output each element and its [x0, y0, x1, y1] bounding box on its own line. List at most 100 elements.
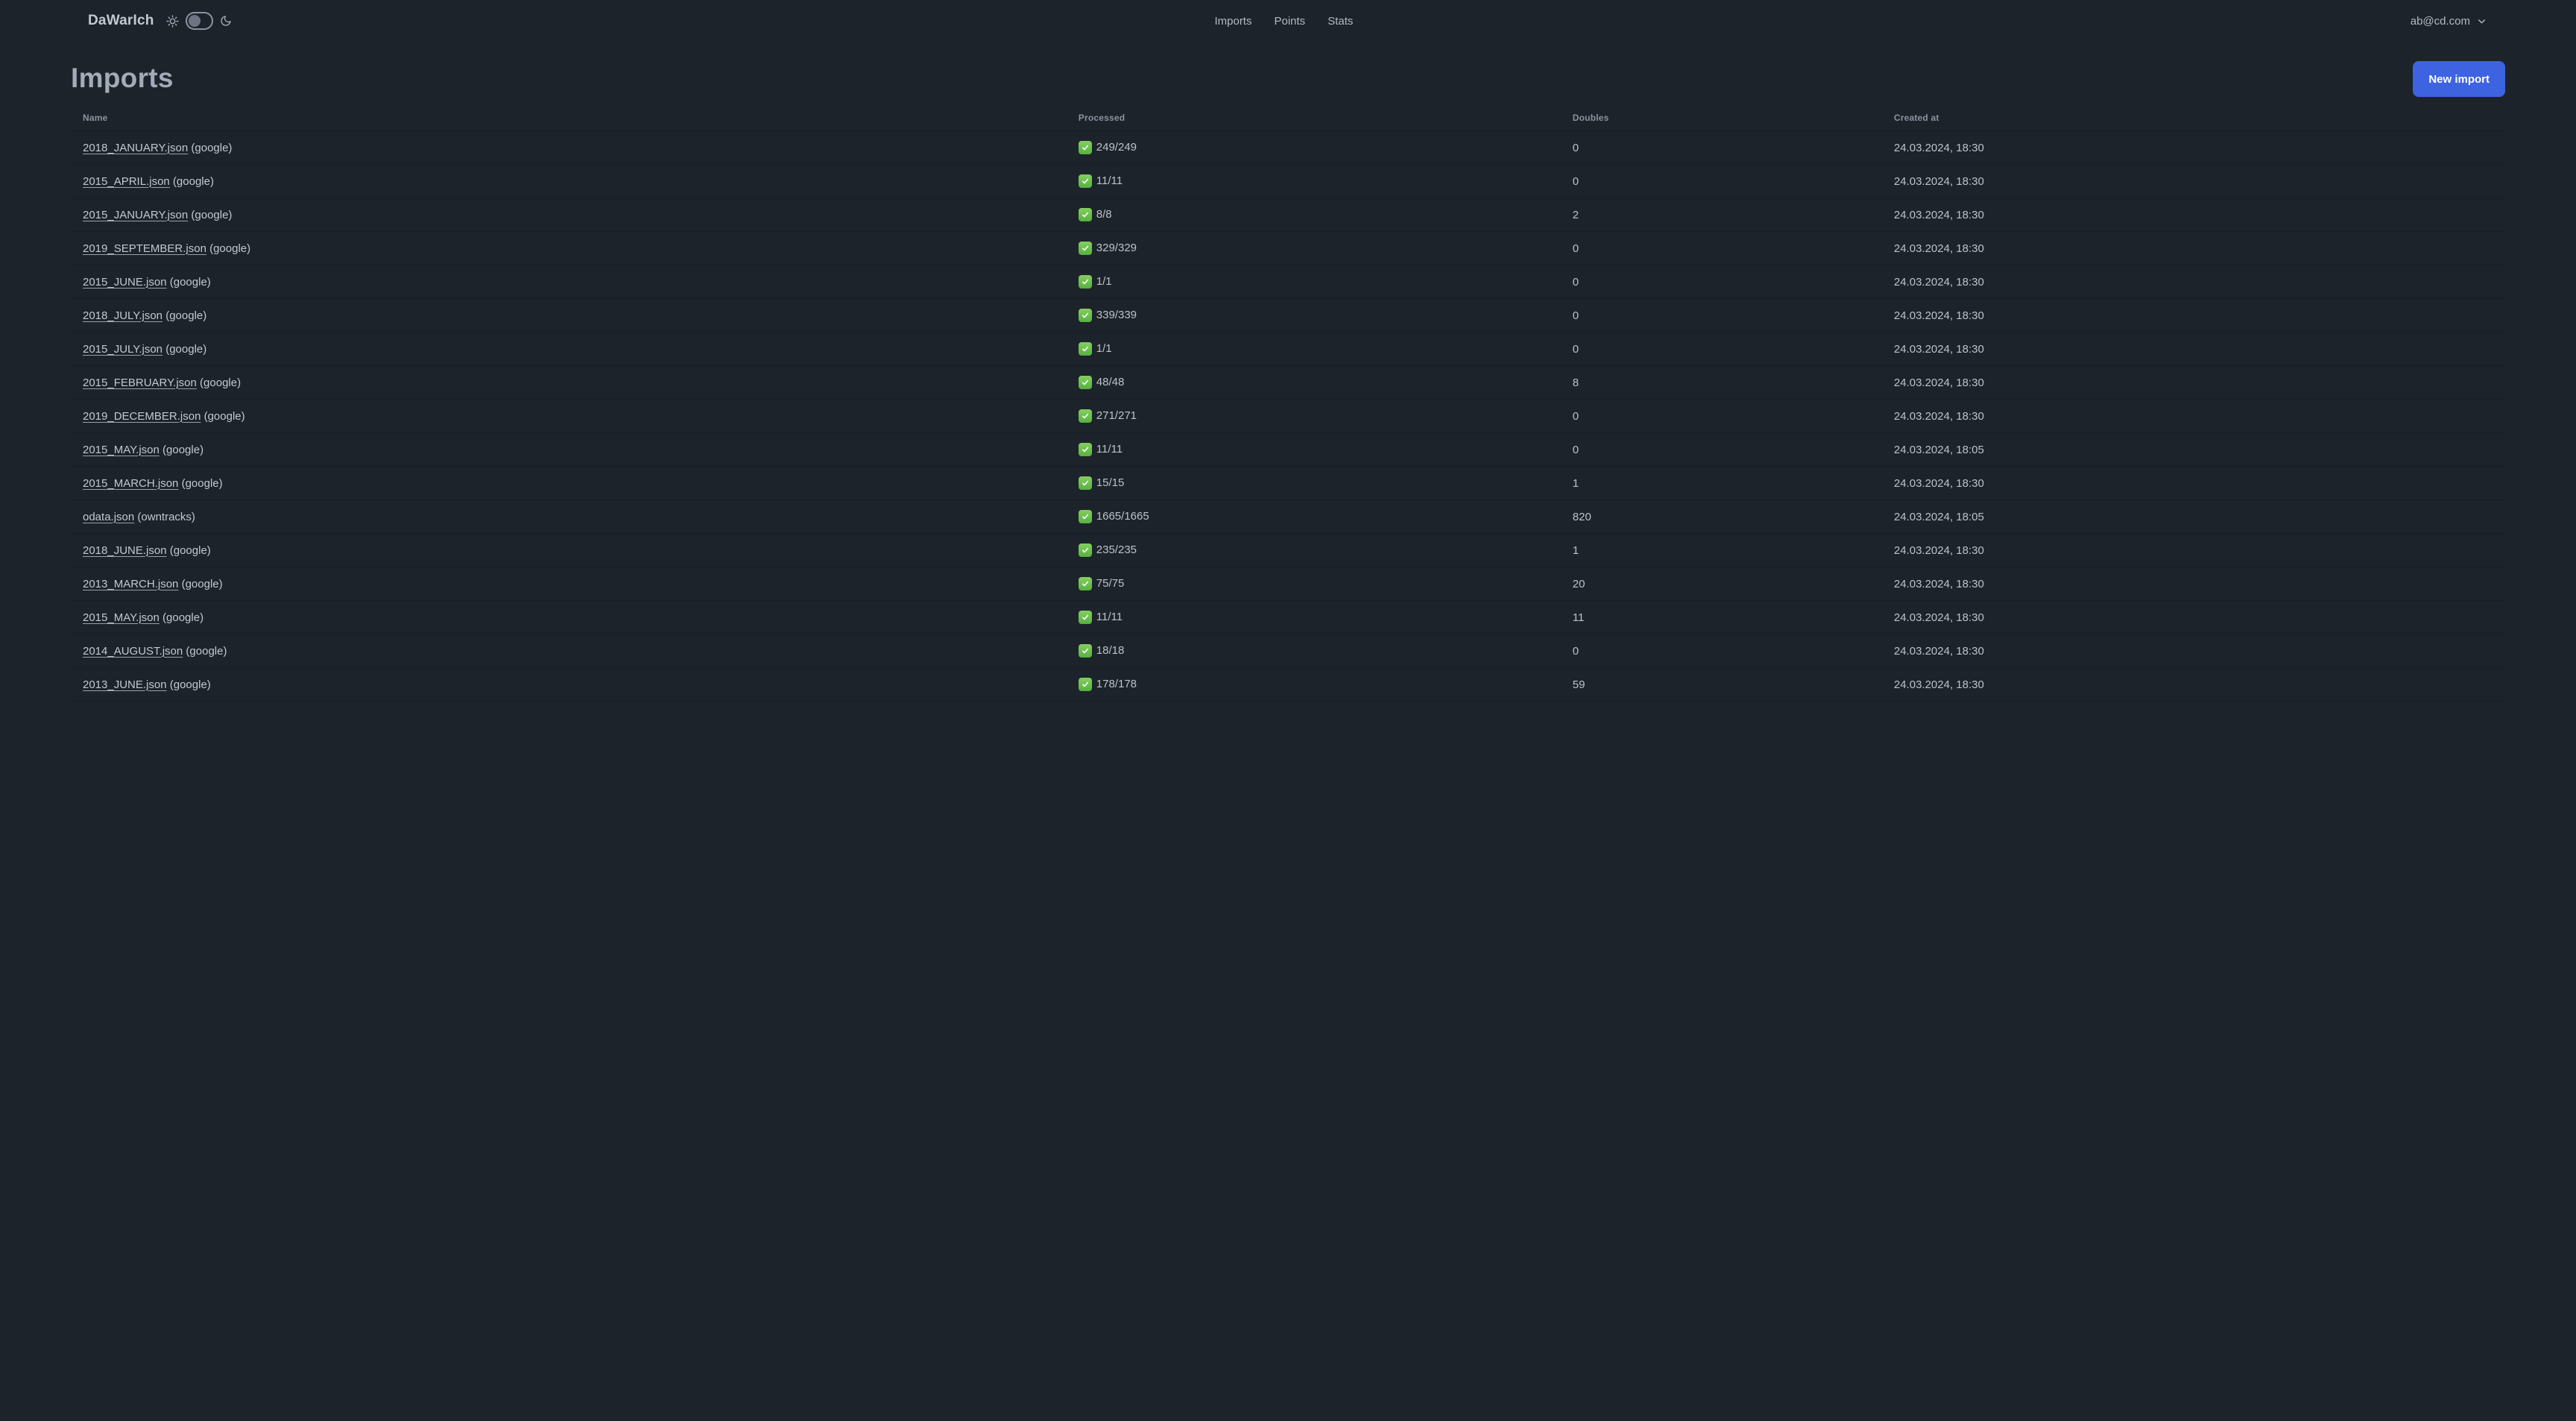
success-check-icon — [1078, 207, 1092, 221]
table-row: 2013_JUNE.json (google) 178/178 59 24.03… — [71, 667, 2505, 702]
doubles-cell: 0 — [1560, 432, 1882, 467]
nav-link-imports[interactable]: Imports — [1214, 15, 1251, 28]
processed-cell: 271/271 — [1066, 399, 1561, 433]
page-header: Imports New import — [71, 61, 2505, 97]
import-file-link[interactable]: 2015_MAY.json — [83, 611, 160, 624]
table-row: 2015_FEBRUARY.json (google) 48/48 8 24.0… — [71, 365, 2505, 400]
table-row: 2015_MAY.json (google) 11/11 11 24.03.20… — [71, 600, 2505, 634]
moon-icon — [220, 15, 232, 27]
processed-cell: 11/11 — [1066, 164, 1561, 198]
import-file-link[interactable]: 2015_FEBRUARY.json — [83, 376, 197, 389]
import-source-label: (google) — [200, 376, 242, 389]
import-source-label: (google) — [169, 543, 211, 557]
import-source-label: (google) — [169, 678, 211, 691]
doubles-cell — [1560, 701, 1882, 710]
processed-cell: 8/8 — [1066, 198, 1561, 232]
processed-cell: 235/235 — [1066, 533, 1561, 567]
success-check-icon — [1078, 476, 1092, 490]
column-header-doubles: Doubles — [1560, 107, 1882, 131]
doubles-cell: 0 — [1560, 298, 1882, 333]
created-at-cell: 24.03.2024, 18:30 — [1881, 533, 2505, 567]
success-check-icon — [1078, 610, 1092, 624]
import-source-label: (google) — [181, 577, 223, 590]
name-cell: 2018_JUNE.json (google) — [71, 533, 1067, 567]
table-row: 2019_SEPTEMBER.json (google) 329/329 0 2… — [71, 231, 2505, 265]
app-logo[interactable]: DaWarIch — [88, 13, 154, 29]
success-check-icon — [1078, 241, 1092, 255]
nav-link-stats[interactable]: Stats — [1328, 15, 1353, 28]
name-cell: 2015_MAY.json (google) — [71, 432, 1067, 467]
import-file-link[interactable]: 2013_JUNE.json — [83, 678, 167, 691]
processed-cell: 249/249 — [1066, 130, 1561, 165]
column-header-created-at: Created at — [1881, 107, 2505, 131]
import-file-link[interactable]: 2015_JANUARY.json — [83, 209, 188, 221]
import-file-link[interactable]: 2018_JUNE.json — [83, 544, 167, 557]
user-menu[interactable]: ab@cd.com — [2411, 15, 2487, 28]
processed-count: 11/11 — [1096, 611, 1123, 623]
import-source-label: (owntracks) — [137, 510, 195, 523]
processed-cell: 75/75 — [1066, 567, 1561, 601]
processed-cell: 48/48 — [1066, 365, 1561, 400]
created-at-cell: 24.03.2024, 18:30 — [1881, 600, 2505, 634]
processed-count: 1/1 — [1096, 275, 1112, 288]
table-row: 2013_MARCH.json (google) 75/75 20 24.03.… — [71, 567, 2505, 601]
import-file-link[interactable]: 2019_DECEMBER.json — [83, 410, 201, 423]
import-file-link[interactable]: 2019_SEPTEMBER.json — [83, 242, 206, 255]
created-at-cell: 24.03.2024, 18:30 — [1881, 198, 2505, 232]
processed-cell: 18/18 — [1066, 634, 1561, 668]
import-file-link[interactable]: 2018_JULY.json — [83, 309, 162, 322]
doubles-cell: 0 — [1560, 332, 1882, 366]
import-file-link[interactable]: 2018_JANUARY.json — [83, 142, 188, 154]
doubles-cell: 0 — [1560, 231, 1882, 265]
processed-cell: 11/11 — [1066, 600, 1561, 634]
name-cell: 2018_JANUARY.json (google) — [71, 130, 1067, 165]
nav-link-points[interactable]: Points — [1274, 15, 1305, 28]
import-file-link[interactable]: 2013_MARCH.json — [83, 578, 178, 590]
doubles-cell: 0 — [1560, 164, 1882, 198]
import-file-link[interactable]: 2015_APRIL.json — [83, 175, 170, 188]
sun-icon — [165, 14, 179, 28]
success-check-icon — [1078, 140, 1092, 154]
success-check-icon — [1078, 409, 1092, 423]
import-source-label: (google) — [162, 611, 204, 624]
import-file-link[interactable]: 2015_MAY.json — [83, 444, 160, 456]
created-at-cell: 24.03.2024, 18:30 — [1881, 634, 2505, 668]
import-source-label: (google) — [191, 141, 233, 154]
new-import-button[interactable]: New import — [2413, 61, 2505, 97]
processed-count: 339/339 — [1096, 309, 1137, 321]
name-cell: 2014_AUGUST.json (google) — [71, 634, 1067, 668]
name-cell: 2013_MARCH.json (google) — [71, 567, 1067, 601]
processed-count: 1/1 — [1096, 342, 1112, 355]
created-at-cell: 24.03.2024, 18:30 — [1881, 399, 2505, 433]
doubles-cell: 1 — [1560, 466, 1882, 500]
doubles-cell: 2 — [1560, 198, 1882, 232]
processed-count: 329/329 — [1096, 242, 1137, 254]
import-file-link[interactable]: 2015_JUNE.json — [83, 276, 167, 289]
table-row: 2015_JULY.json (google) 1/1 0 24.03.2024… — [71, 332, 2505, 366]
name-cell: 2015_JULY.json (google) — [71, 332, 1067, 366]
processed-count: 11/11 — [1096, 174, 1123, 187]
import-source-label: (google) — [203, 409, 245, 423]
table-row: 2018_JANUARY.json (google) 249/249 0 24.… — [71, 130, 2505, 165]
doubles-cell: 0 — [1560, 634, 1882, 668]
import-source-label: (google) — [162, 443, 204, 456]
import-source-label: (google) — [191, 208, 233, 221]
import-file-link[interactable]: 2014_AUGUST.json — [83, 645, 183, 658]
created-at-cell: 24.03.2024, 18:30 — [1881, 466, 2505, 500]
import-file-link[interactable]: 2015_MARCH.json — [83, 477, 178, 490]
created-at-cell: 24.03.2024, 18:30 — [1881, 298, 2505, 333]
created-at-cell: 24.03.2024, 18:30 — [1881, 164, 2505, 198]
theme-toggle[interactable] — [185, 12, 213, 30]
processed-cell: 178/178 — [1066, 667, 1561, 702]
processed-count: 18/18 — [1096, 644, 1125, 657]
doubles-cell: 0 — [1560, 265, 1882, 299]
created-at-cell: 24.03.2024, 18:30 — [1881, 265, 2505, 299]
import-file-link[interactable]: 2015_JULY.json — [83, 343, 162, 356]
import-source-label: (google) — [186, 644, 227, 658]
import-file-link[interactable]: odata.json — [83, 511, 134, 523]
name-cell: 2013_JUNE.json (google) — [71, 667, 1067, 702]
imports-page: DaWarIch Imports Points Stats ab@cd.com … — [0, 0, 2576, 710]
success-check-icon — [1078, 308, 1092, 322]
import-source-label: (google) — [165, 342, 207, 356]
processed-cell: 1665/1665 — [1066, 500, 1561, 534]
